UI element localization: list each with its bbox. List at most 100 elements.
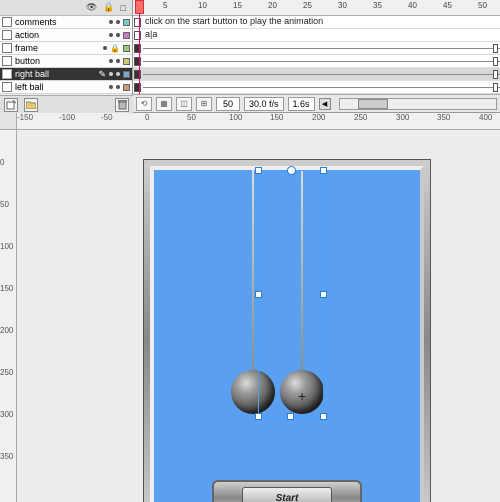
dot-icon <box>109 33 113 37</box>
ruler-num: -150 <box>17 113 33 122</box>
timeline-panel: 1 5 10 15 20 25 30 35 40 45 50 click on … <box>133 0 500 113</box>
canvas-area: -150 -100 -50 0 50 100 150 200 250 300 3… <box>0 113 500 502</box>
start-button[interactable]: Start <box>242 487 332 502</box>
color-swatch <box>123 71 130 78</box>
selection-handle[interactable] <box>320 167 327 174</box>
tween-line <box>143 48 500 49</box>
page-icon <box>2 69 12 79</box>
end-frame-icon <box>493 83 498 92</box>
layer-row-frame[interactable]: frame 🔒 <box>0 42 132 55</box>
keyframe-icon <box>134 31 141 40</box>
h-ruler[interactable]: -150 -100 -50 0 50 100 150 200 250 300 3… <box>17 113 500 130</box>
layer-row-button[interactable]: button <box>0 55 132 68</box>
v-ruler[interactable]: 0 50 100 150 200 250 300 350 <box>0 130 17 502</box>
pendulum-string-left <box>252 170 254 380</box>
layer-row-action[interactable]: action <box>0 29 132 42</box>
outline-icon[interactable]: □ <box>121 3 126 13</box>
page-icon <box>2 43 12 53</box>
new-layer-button[interactable] <box>4 98 18 112</box>
dot-icon <box>116 72 120 76</box>
color-swatch <box>123 19 130 26</box>
timeline-scrollbar[interactable] <box>339 98 497 110</box>
dot-icon <box>116 59 120 63</box>
stage-bg: + Start <box>150 166 424 502</box>
layer-row-comments[interactable]: comments <box>0 16 132 29</box>
ruler-num: 10 <box>198 1 207 10</box>
color-swatch <box>123 58 130 65</box>
tween-line <box>143 87 500 88</box>
dot-icon <box>116 20 120 24</box>
trash-button[interactable] <box>115 98 129 112</box>
ruler-num: 30 <box>338 1 347 10</box>
current-frame-value[interactable]: 50 <box>216 97 240 111</box>
ruler-num: 25 <box>303 1 312 10</box>
ruler-num: 300 <box>396 113 409 122</box>
dot-icon <box>103 46 107 50</box>
timeline-ruler[interactable]: 1 5 10 15 20 25 30 35 40 45 50 <box>133 0 500 16</box>
ruler-num: 150 <box>270 113 283 122</box>
page-icon <box>2 17 12 27</box>
layer-label: frame <box>15 43 100 53</box>
selection-handle[interactable] <box>320 413 327 420</box>
scroll-left-button[interactable]: ◀ <box>319 98 331 110</box>
eye-icon[interactable]: 👁 <box>86 2 97 13</box>
ruler-num: 35 <box>373 1 382 10</box>
color-swatch <box>123 32 130 39</box>
onion-skin-button[interactable]: ⟲ <box>136 97 152 111</box>
selection-handle[interactable] <box>255 413 262 420</box>
ruler-num: 0 <box>0 158 4 167</box>
new-folder-button[interactable] <box>24 98 38 112</box>
layer-row-right-ball[interactable]: right ball✎ <box>0 68 132 81</box>
lock-icon[interactable]: 🔒 <box>103 2 114 13</box>
ruler-num: 350 <box>0 452 13 461</box>
selection-handle[interactable] <box>287 413 294 420</box>
end-frame-icon <box>493 57 498 66</box>
center-frame-button[interactable]: ▦ <box>156 97 172 111</box>
color-swatch <box>123 84 130 91</box>
pencil-icon: ✎ <box>98 69 106 80</box>
rotation-handle[interactable] <box>287 166 296 175</box>
fps-value[interactable]: 30.0 f/s <box>244 97 284 111</box>
end-frame-icon <box>493 70 498 79</box>
tl-row-left-ball[interactable] <box>133 81 500 94</box>
selection-handle[interactable] <box>320 291 327 298</box>
layers-panel: 👁 🔒 □ comments action frame 🔒 button righ… <box>0 0 133 104</box>
selection-box[interactable] <box>258 170 324 417</box>
page-icon <box>2 82 12 92</box>
ruler-num: 300 <box>0 410 13 419</box>
button-bar: Start <box>212 480 362 502</box>
elapsed-time-value[interactable]: 1.6s <box>288 97 315 111</box>
layer-label: action <box>15 30 106 40</box>
onion-outline-button[interactable]: ◫ <box>176 97 192 111</box>
tl-row-right-ball[interactable] <box>133 68 500 81</box>
tween-line <box>143 74 500 75</box>
layer-label: right ball <box>15 69 95 79</box>
selection-handle[interactable] <box>255 167 262 174</box>
layer-row-left-ball[interactable]: left ball <box>0 81 132 94</box>
ruler-num: 50 <box>187 113 196 122</box>
multi-frame-button[interactable]: ⊞ <box>196 97 212 111</box>
layer-label: comments <box>15 17 106 27</box>
tl-row-frame[interactable] <box>133 42 500 55</box>
layers-header: 👁 🔒 □ <box>0 0 132 16</box>
keyframe-icon <box>134 44 141 53</box>
stage: + Start <box>144 160 430 502</box>
dot-icon <box>116 85 120 89</box>
dot-icon <box>109 59 113 63</box>
ruler-num: -100 <box>59 113 75 122</box>
stage-viewport[interactable]: + Start <box>17 130 500 502</box>
ruler-num: 50 <box>0 200 9 209</box>
tl-row-button[interactable] <box>133 55 500 68</box>
tl-row-comments[interactable]: click on the start button to play the an… <box>133 16 500 29</box>
tl-row-action[interactable]: a|a <box>133 29 500 42</box>
selection-handle[interactable] <box>255 291 262 298</box>
ruler-num: 15 <box>233 1 242 10</box>
timeline-footer: ⟲ ▦ ◫ ⊞ 50 30.0 f/s 1.6s ◀ <box>133 94 500 112</box>
scroll-thumb[interactable] <box>358 99 388 109</box>
frame-label: click on the start button to play the an… <box>145 16 323 26</box>
dot-icon <box>109 20 113 24</box>
lock-icon: 🔒 <box>110 44 120 53</box>
keyframe-icon <box>134 83 141 92</box>
ruler-num: 100 <box>0 242 13 251</box>
dot-icon <box>109 72 113 76</box>
